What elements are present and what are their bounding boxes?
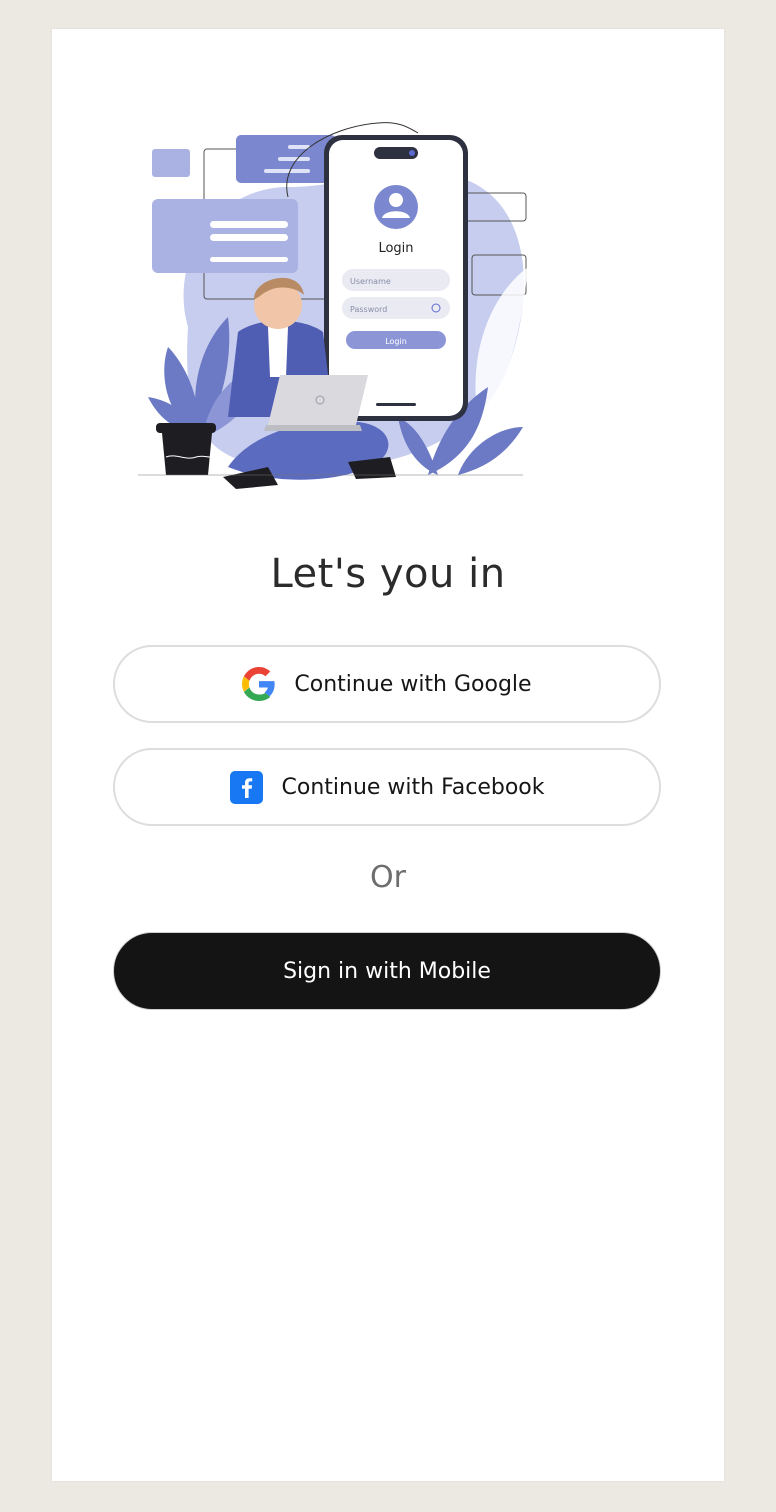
facebook-icon [230,770,264,804]
illustration-password-placeholder: Password [350,305,387,314]
login-illustration: Login Username Password Login [128,117,548,497]
sign-in-with-mobile-button[interactable]: Sign in with Mobile [113,932,661,1010]
login-screen: Login Username Password Login Let's you … [52,29,724,1481]
mobile-button-label: Sign in with Mobile [283,958,491,984]
continue-with-google-button[interactable]: Continue with Google [113,645,661,723]
or-divider: Or [370,860,406,895]
illustration-username-placeholder: Username [350,277,391,286]
illustration-login-button: Login [385,337,407,346]
page-title: Let's you in [270,551,506,597]
facebook-button-label: Continue with Facebook [281,774,545,800]
google-button-label: Continue with Google [294,671,532,697]
google-icon [242,667,276,701]
continue-with-facebook-button[interactable]: Continue with Facebook [113,748,661,826]
illustration-login-title: Login [378,241,413,256]
